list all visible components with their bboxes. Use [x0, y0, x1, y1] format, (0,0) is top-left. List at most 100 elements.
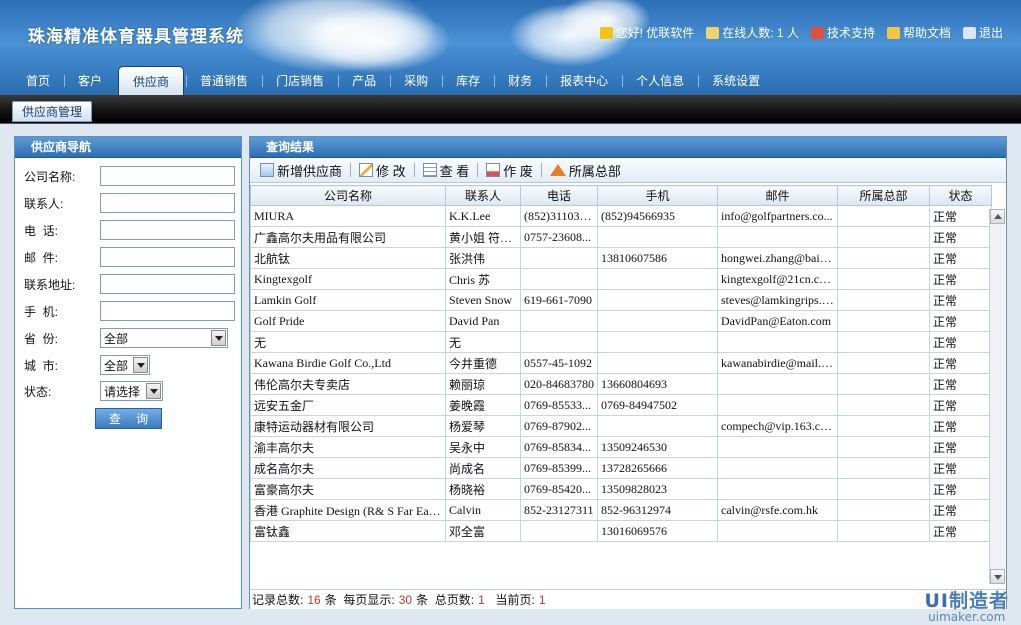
table-cell: kingtexgolf@21cn.com [717, 268, 838, 290]
column-header[interactable]: 邮件 [717, 185, 838, 206]
table-row[interactable]: 富钛鑫 邓全富 13016069576 正常 [250, 520, 992, 542]
chevron-down-icon[interactable] [133, 357, 148, 373]
column-header[interactable]: 手机 [597, 185, 718, 206]
top-link-0[interactable]: 您好! 优联软件 [599, 24, 695, 41]
table-row[interactable]: MIURA K.K.Lee (852)311033... (852)94566935 i… [250, 205, 992, 227]
table-cell: calvin@rsfe.com.hk [717, 499, 838, 521]
nav-tab-4[interactable]: 门店销售 [262, 66, 338, 95]
table-cell [837, 310, 930, 332]
table-cell: 远安五金厂 [250, 394, 446, 416]
column-header[interactable]: 电话 [520, 185, 598, 206]
table-row[interactable]: 康特运动器材有限公司 杨爱琴 0769-87902... compech@vip.16… [250, 415, 992, 437]
table-row[interactable]: 香港 Graphite Design (R& S Far Eas... Calvi… [250, 499, 992, 521]
toolbar-divider [540, 163, 542, 177]
nav-tab-6[interactable]: 采购 [390, 66, 442, 95]
nav-tab-7[interactable]: 库存 [442, 66, 494, 95]
top-link-1[interactable]: 在线人数: 1 人 [706, 24, 799, 41]
table-cell: 0769-85399... [520, 457, 598, 479]
address-input[interactable] [100, 274, 235, 294]
nav-tab-2[interactable]: 供应商 [118, 66, 185, 95]
table-row[interactable]: Lamkin Golf Steven Snow 619-661-7090 steves… [250, 289, 992, 311]
headquarters-button[interactable]: 所属总部 [544, 161, 627, 180]
table-cell [837, 520, 930, 542]
void-label: 作 废 [503, 163, 533, 179]
nav-tab-1[interactable]: 客户 [64, 66, 116, 95]
query-button[interactable]: 查 询 [95, 408, 162, 429]
province-row: 省 份: 全部 [24, 328, 228, 348]
province-select[interactable]: 全部 [100, 328, 228, 348]
top-link-2[interactable]: 技术支持 [810, 24, 875, 41]
total-pages-label: 总页数: [434, 593, 475, 607]
column-header[interactable]: 公司名称 [250, 185, 446, 206]
table-row[interactable]: Kingtexgolf Chris 苏 kingtexgolf@21cn.com 正常 [250, 268, 992, 290]
nav-tab-11[interactable]: 系统设置 [698, 66, 774, 95]
nav-tab-10[interactable]: 个人信息 [622, 66, 698, 95]
table-cell: 0557-45-1092 [520, 352, 598, 374]
cloud-decoration [300, 8, 450, 72]
nav-tab-5[interactable]: 产品 [338, 66, 390, 95]
table-cell: 正常 [929, 310, 992, 332]
nav-tab-3[interactable]: 普通销售 [186, 66, 262, 95]
panel-title: 供应商导航 [15, 137, 241, 158]
top-link-label: 您好! 优联软件 [615, 26, 695, 40]
city-select[interactable]: 全部 [100, 355, 150, 375]
table-cell: steves@lamkingrips.c... [717, 289, 838, 311]
nav-tab-9[interactable]: 报表中心 [546, 66, 622, 95]
top-link-3[interactable]: 帮助文档 [886, 24, 951, 41]
company-name-input[interactable] [100, 166, 235, 186]
phone-input[interactable] [100, 220, 235, 240]
scroll-up-arrow-icon[interactable] [990, 209, 1005, 224]
table-cell [717, 520, 838, 542]
table-row[interactable]: 成名高尔夫 尚成名 0769-85399... 13728265666 正常 [250, 457, 992, 479]
table-cell [837, 226, 930, 248]
status-label: 状态: [24, 384, 52, 399]
email-input[interactable] [100, 247, 235, 267]
tab-supplier-management[interactable]: 供应商管理 [12, 101, 93, 122]
mobile-row: 手 机: [24, 301, 235, 321]
table-cell: 13660804693 [597, 373, 718, 395]
chevron-down-icon[interactable] [146, 383, 161, 399]
scroll-down-arrow-icon[interactable] [990, 569, 1005, 584]
table-row[interactable]: 富豪高尔夫 杨晓裕 0769-85420... 13509828023 正常 [250, 478, 992, 500]
contact-input[interactable] [100, 193, 235, 213]
app-title: 珠海精准体育器具管理系统 [28, 27, 244, 47]
table-cell: info@golfpartners.co... [717, 205, 838, 227]
nav-tab-8[interactable]: 财务 [494, 66, 546, 95]
table-cell: 0769-84947502 [597, 394, 718, 416]
status-select[interactable]: 请选择 [100, 381, 163, 401]
table-cell [837, 289, 930, 311]
table-row[interactable]: Kawana Birdie Golf Co.,Ltd 今井重德 0557-45-10… [250, 352, 992, 374]
view-button[interactable]: 查 看 [417, 161, 476, 180]
table-cell [837, 268, 930, 290]
table-cell: 吴永中 [445, 436, 521, 458]
table-scrollbar[interactable] [989, 209, 1005, 584]
table-row[interactable]: Golf Pride David Pan DavidPan@Eaton.com 正常 [250, 310, 992, 332]
edit-button[interactable]: 修 改 [353, 161, 412, 180]
table-row[interactable]: 远安五金厂 姜晚霞 0769-85533... 0769-84947502 正常 [250, 394, 992, 416]
void-button[interactable]: 作 废 [480, 161, 539, 180]
column-header[interactable]: 状态 [929, 185, 992, 206]
nav-tab-0[interactable]: 首页 [12, 66, 64, 95]
void-document-icon [486, 163, 501, 177]
mobile-input[interactable] [100, 301, 235, 321]
uimaker-watermark: UI制造者 uimaker.com [924, 586, 1009, 624]
chevron-down-icon[interactable] [211, 330, 226, 346]
column-header[interactable]: 所属总部 [837, 185, 930, 206]
table-row[interactable]: 无无 正常 [250, 331, 992, 353]
headquarters-label: 所属总部 [568, 163, 621, 179]
supplier-table: 公司名称 联系人 电话 手机 邮件 所属总部 状态 MIURA K.K.Lee (852)311… [250, 185, 992, 542]
table-cell [837, 247, 930, 269]
table-cell: Kingtexgolf [250, 268, 446, 290]
top-link-4[interactable]: 退出 [962, 24, 1003, 41]
table-cell: David Pan [445, 310, 521, 332]
add-document-icon [260, 163, 274, 177]
table-row[interactable]: 伟伦高尔夫专卖店 赖丽琼 020-84683780 13660804693 正常 [250, 373, 992, 395]
table-cell: 正常 [929, 352, 992, 374]
table-cell: 正常 [929, 394, 992, 416]
column-header[interactable]: 联系人 [445, 185, 521, 206]
table-row[interactable]: 渝丰高尔夫 吴永中 0769-85834... 13509246530 正常 [250, 436, 992, 458]
add-supplier-button[interactable]: 新增供应商 [254, 161, 348, 180]
table-cell: 无 [445, 331, 521, 353]
table-row[interactable]: 北航钛 张洪伟 13810607586 hongwei.zhang@baim... 正常 [250, 247, 992, 269]
table-row[interactable]: 广鑫高尔夫用品有限公司 黄小姐 符小... 0757-23608... 正常 [250, 226, 992, 248]
